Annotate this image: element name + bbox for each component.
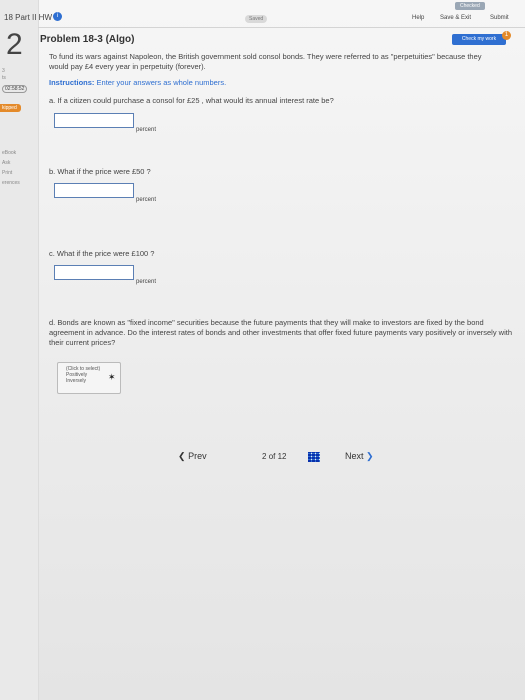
timer: 02:58:52	[2, 85, 28, 93]
prev-button[interactable]: ❮ Prev	[178, 451, 207, 462]
part-a-input[interactable]	[54, 113, 134, 128]
skipped-badge: kipped	[0, 104, 21, 112]
page-total: 12	[277, 452, 287, 461]
checked-badge: Checked	[455, 2, 485, 10]
instructions: Instructions: Enter your answers as whol…	[49, 78, 226, 87]
print-link[interactable]: Print	[2, 170, 12, 176]
points-label: ts	[2, 75, 6, 81]
check-count-badge: 1	[502, 31, 511, 40]
help-link[interactable]: Help	[412, 15, 424, 21]
page: { "header": { "title": "18 Part II HW", …	[0, 0, 525, 700]
part-b-unit: percent	[136, 197, 157, 203]
next-label: Next	[345, 451, 364, 461]
instructions-text: Enter your answers as whole numbers.	[96, 78, 227, 87]
part-c-input[interactable]	[54, 265, 134, 280]
assignment-title: 18 Part II HW	[4, 13, 53, 22]
question-intro: To fund its wars against Napoleon, the B…	[49, 52, 482, 71]
saved-badge: Saved	[245, 15, 268, 23]
ebook-link[interactable]: eBook	[2, 150, 16, 156]
chevron-right-icon: ❯	[366, 451, 374, 461]
references-link[interactable]: erences	[2, 180, 20, 186]
chevron-left-icon: ❮	[178, 451, 186, 461]
part-b-text: b. What if the price were £50 ?	[49, 167, 151, 176]
part-b-input[interactable]	[54, 183, 134, 198]
header-divider	[38, 27, 525, 28]
next-button[interactable]: Next ❯	[345, 451, 374, 462]
cursor-icon: ✶	[108, 372, 116, 382]
part-c-text: c. What if the price were £100 ?	[49, 249, 155, 258]
page-current: 2	[262, 452, 267, 461]
instructions-label: Instructions:	[49, 78, 95, 87]
points-value: 3	[2, 68, 5, 74]
question-title: Problem 18-3 (Algo)	[40, 34, 135, 45]
part-a-text: a. If a citizen could purchase a consol …	[49, 96, 334, 105]
part-c-unit: percent	[136, 279, 157, 285]
prev-label: Prev	[188, 451, 207, 461]
info-icon[interactable]: i	[53, 12, 62, 21]
part-a-unit: percent	[136, 127, 157, 133]
question-number: 2	[6, 28, 23, 61]
ask-link[interactable]: Ask	[2, 160, 10, 166]
save-exit-button[interactable]: Save & Exit	[440, 15, 471, 21]
submit-button[interactable]: Submit	[490, 15, 509, 21]
grid-icon[interactable]	[308, 452, 320, 462]
check-my-work-button[interactable]: Check my work	[452, 34, 506, 45]
page-indicator: 2 of 12	[262, 452, 287, 461]
part-d-text: d. Bonds are known as "fixed income" sec…	[49, 318, 513, 347]
page-of: of	[268, 452, 276, 461]
